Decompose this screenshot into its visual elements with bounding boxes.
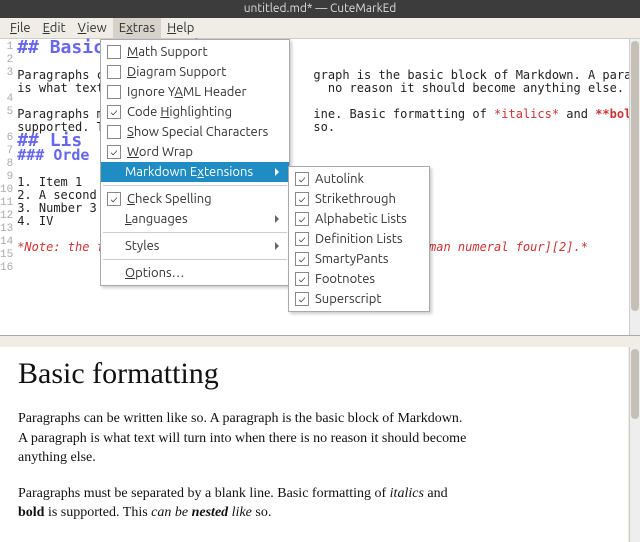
mi-ignore-yaml[interactable]: Ignore YAML Header bbox=[101, 82, 289, 102]
chevron-right-icon bbox=[275, 242, 283, 250]
mi-check-spelling[interactable]: ✓Check Spelling bbox=[101, 189, 289, 209]
menu-file[interactable]: File bbox=[4, 18, 37, 38]
preview-scrollbar[interactable] bbox=[629, 347, 640, 542]
preview-pane: Basic formatting Paragraphs can be writt… bbox=[0, 347, 628, 542]
scrollbar-thumb[interactable] bbox=[631, 41, 639, 311]
separator bbox=[103, 232, 287, 233]
mi-show-special[interactable]: Show Special Characters bbox=[101, 122, 289, 142]
md-extensions-submenu: ✓Autolink ✓Strikethrough ✓Alphabetic Lis… bbox=[288, 166, 430, 312]
checkbox-icon bbox=[107, 85, 121, 99]
mi-superscript[interactable]: ✓Superscript bbox=[289, 289, 429, 309]
menubar: File Edit View Extras Help bbox=[0, 18, 640, 39]
mi-definition-lists[interactable]: ✓Definition Lists bbox=[289, 229, 429, 249]
mi-markdown-extensions[interactable]: Markdown Extensions bbox=[101, 162, 289, 182]
checkbox-icon: ✓ bbox=[107, 105, 121, 119]
checkbox-icon bbox=[107, 45, 121, 59]
mi-strikethrough[interactable]: ✓Strikethrough bbox=[289, 189, 429, 209]
checkbox-icon: ✓ bbox=[295, 172, 309, 186]
mi-math-support[interactable]: Math Support bbox=[101, 42, 289, 62]
mi-languages[interactable]: Languages bbox=[101, 209, 289, 229]
mi-word-wrap[interactable]: ✓Word Wrap bbox=[101, 142, 289, 162]
extras-dropdown: Math Support Diagram Support Ignore YAML… bbox=[100, 39, 290, 286]
menu-help[interactable]: Help bbox=[161, 18, 200, 38]
chevron-right-icon bbox=[275, 215, 283, 223]
checkbox-icon: ✓ bbox=[295, 292, 309, 306]
mi-footnotes[interactable]: ✓Footnotes bbox=[289, 269, 429, 289]
separator bbox=[103, 259, 287, 260]
line-gutter: 12345678910111213141516 bbox=[0, 39, 15, 335]
checkbox-icon: ✓ bbox=[295, 212, 309, 226]
chevron-right-icon bbox=[275, 168, 283, 176]
preview-paragraph: Paragraphs must be separated by a blank … bbox=[18, 484, 468, 523]
mi-diagram-support[interactable]: Diagram Support bbox=[101, 62, 289, 82]
mi-options[interactable]: Options… bbox=[101, 263, 289, 283]
mi-alphabetic-lists[interactable]: ✓Alphabetic Lists bbox=[289, 209, 429, 229]
mi-styles[interactable]: Styles bbox=[101, 236, 289, 256]
preview-paragraph: Paragraphs can be written like so. A par… bbox=[18, 409, 468, 468]
mi-code-highlighting[interactable]: ✓Code Highlighting bbox=[101, 102, 289, 122]
checkbox-icon: ✓ bbox=[107, 145, 121, 159]
mi-autolink[interactable]: ✓Autolink bbox=[289, 169, 429, 189]
checkbox-icon: ✓ bbox=[295, 252, 309, 266]
checkbox-icon bbox=[107, 125, 121, 139]
checkbox-icon: ✓ bbox=[295, 272, 309, 286]
checkbox-icon: ✓ bbox=[295, 232, 309, 246]
editor-scrollbar[interactable] bbox=[629, 39, 640, 335]
checkbox-icon bbox=[107, 65, 121, 79]
scrollbar-thumb[interactable] bbox=[631, 349, 639, 419]
menu-edit[interactable]: Edit bbox=[37, 18, 72, 38]
menu-extras[interactable]: Extras bbox=[113, 18, 161, 38]
window-titlebar: untitled.md* — CuteMarkEd bbox=[0, 0, 640, 18]
menu-view[interactable]: View bbox=[72, 18, 113, 38]
preview-heading: Basic formatting bbox=[18, 357, 610, 391]
checkbox-icon: ✓ bbox=[295, 192, 309, 206]
mi-smartypants[interactable]: ✓SmartyPants bbox=[289, 249, 429, 269]
separator bbox=[103, 185, 287, 186]
checkbox-icon: ✓ bbox=[107, 192, 121, 206]
